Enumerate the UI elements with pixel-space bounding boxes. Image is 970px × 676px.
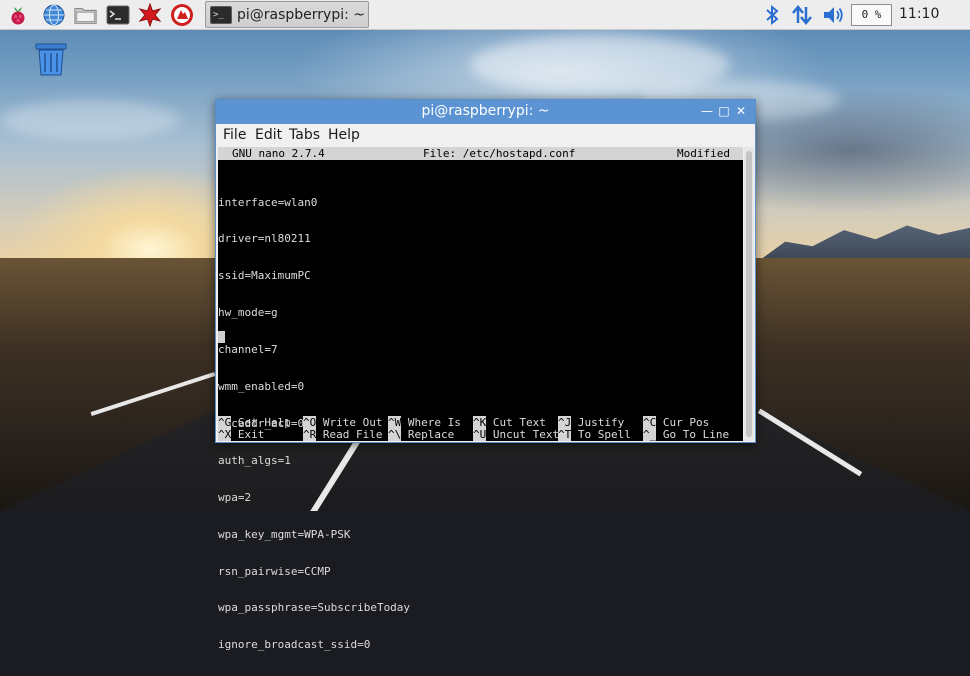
maximize-icon: □ [718, 104, 730, 118]
shortcut-uncut-text: ^U Uncut Text [473, 428, 560, 441]
file-line: hw_mode=g [218, 306, 278, 320]
scrollbar-thumb[interactable] [746, 151, 752, 437]
file-line: wpa_key_mgmt=WPA-PSK [218, 527, 351, 541]
taskbar-terminal-button[interactable]: >_ pi@raspberrypi: ~ [205, 1, 369, 28]
terminal-scrollbar[interactable] [744, 147, 754, 441]
trash-icon [35, 43, 67, 76]
raspberry-icon [11, 7, 25, 25]
volume-button[interactable] [822, 5, 846, 25]
shortcut-replace: ^\ Replace [388, 428, 455, 441]
folder-icon [74, 8, 97, 24]
globe-icon [43, 4, 65, 26]
terminal-window: pi@raspberrypi: ~ — □ ✕ File Edit Tabs H… [215, 99, 756, 651]
file-line: channel=7 [218, 343, 278, 357]
file-line: auth_algs=1 [218, 453, 291, 467]
taskbar-terminal-label: pi@raspberrypi: ~ [237, 6, 366, 23]
mathematica-icon [138, 3, 162, 27]
terminal-launcher[interactable] [106, 3, 130, 27]
file-line: wmm_enabled=0 [218, 380, 305, 394]
network-icon [792, 5, 812, 25]
mathematica-launcher[interactable] [138, 3, 162, 27]
raspberry-menu-button[interactable] [6, 3, 30, 27]
file-line: ssid=MaximumPC [218, 269, 311, 283]
minimize-icon: — [701, 104, 713, 118]
bluetooth-button[interactable] [763, 5, 781, 25]
nano-version: GNU nano 2.7.4 [232, 147, 325, 160]
file-manager-launcher[interactable] [74, 3, 98, 27]
file-line: wpa=2 [218, 490, 252, 504]
shortcut-read-file: ^R Read File [303, 428, 383, 441]
close-button[interactable]: ✕ [734, 104, 748, 118]
menu-bar: File Edit Tabs Help [216, 124, 755, 146]
maximize-button[interactable]: □ [717, 104, 731, 118]
nano-status: Modified [677, 147, 730, 160]
network-button[interactable] [790, 5, 814, 25]
menu-tabs[interactable]: Tabs [289, 127, 320, 143]
wolfram-launcher[interactable] [170, 3, 194, 27]
menu-file[interactable]: File [223, 127, 246, 143]
web-browser-launcher[interactable] [42, 3, 66, 27]
cpu-usage-monitor[interactable]: 0 % [851, 4, 892, 26]
clock[interactable]: 11:10 [899, 6, 939, 22]
terminal-icon: >_ [210, 5, 232, 24]
file-line: interface=wlan0 [218, 195, 318, 209]
shortcut-exit: ^X Exit [218, 428, 265, 441]
file-line: driver=nl80211 [218, 232, 311, 246]
trash-desktop-icon[interactable] [33, 41, 69, 77]
window-titlebar[interactable]: pi@raspberrypi: ~ — □ ✕ [216, 100, 755, 124]
shortcut-go-to-line: ^_ Go To Line [643, 428, 730, 441]
shortcut-to-spell: ^T To Spell [558, 428, 631, 441]
terminal-icon [106, 5, 130, 25]
window-title: pi@raspberrypi: ~ [421, 103, 550, 119]
close-icon: ✕ [735, 104, 747, 118]
terminal-area[interactable]: GNU nano 2.7.4 File: /etc/hostapd.conf M… [218, 147, 743, 651]
top-panel: >_ pi@raspberrypi: ~ 0 % 11:10 [0, 0, 970, 30]
wolfram-icon [171, 4, 193, 26]
menu-help[interactable]: Help [328, 127, 360, 143]
menu-edit[interactable]: Edit [255, 127, 282, 143]
file-line: ignore_broadcast_ssid=0 [218, 638, 371, 652]
volume-icon [824, 7, 843, 23]
file-line: rsn_pairwise=CCMP [218, 564, 331, 578]
nano-title-bar: GNU nano 2.7.4 File: /etc/hostapd.conf M… [218, 147, 743, 160]
text-cursor [218, 331, 225, 343]
bluetooth-icon [766, 5, 779, 25]
nano-filename: File: /etc/hostapd.conf [423, 147, 576, 160]
minimize-button[interactable]: — [700, 104, 714, 118]
file-line: wpa_passphrase=SubscribeToday [218, 601, 411, 615]
